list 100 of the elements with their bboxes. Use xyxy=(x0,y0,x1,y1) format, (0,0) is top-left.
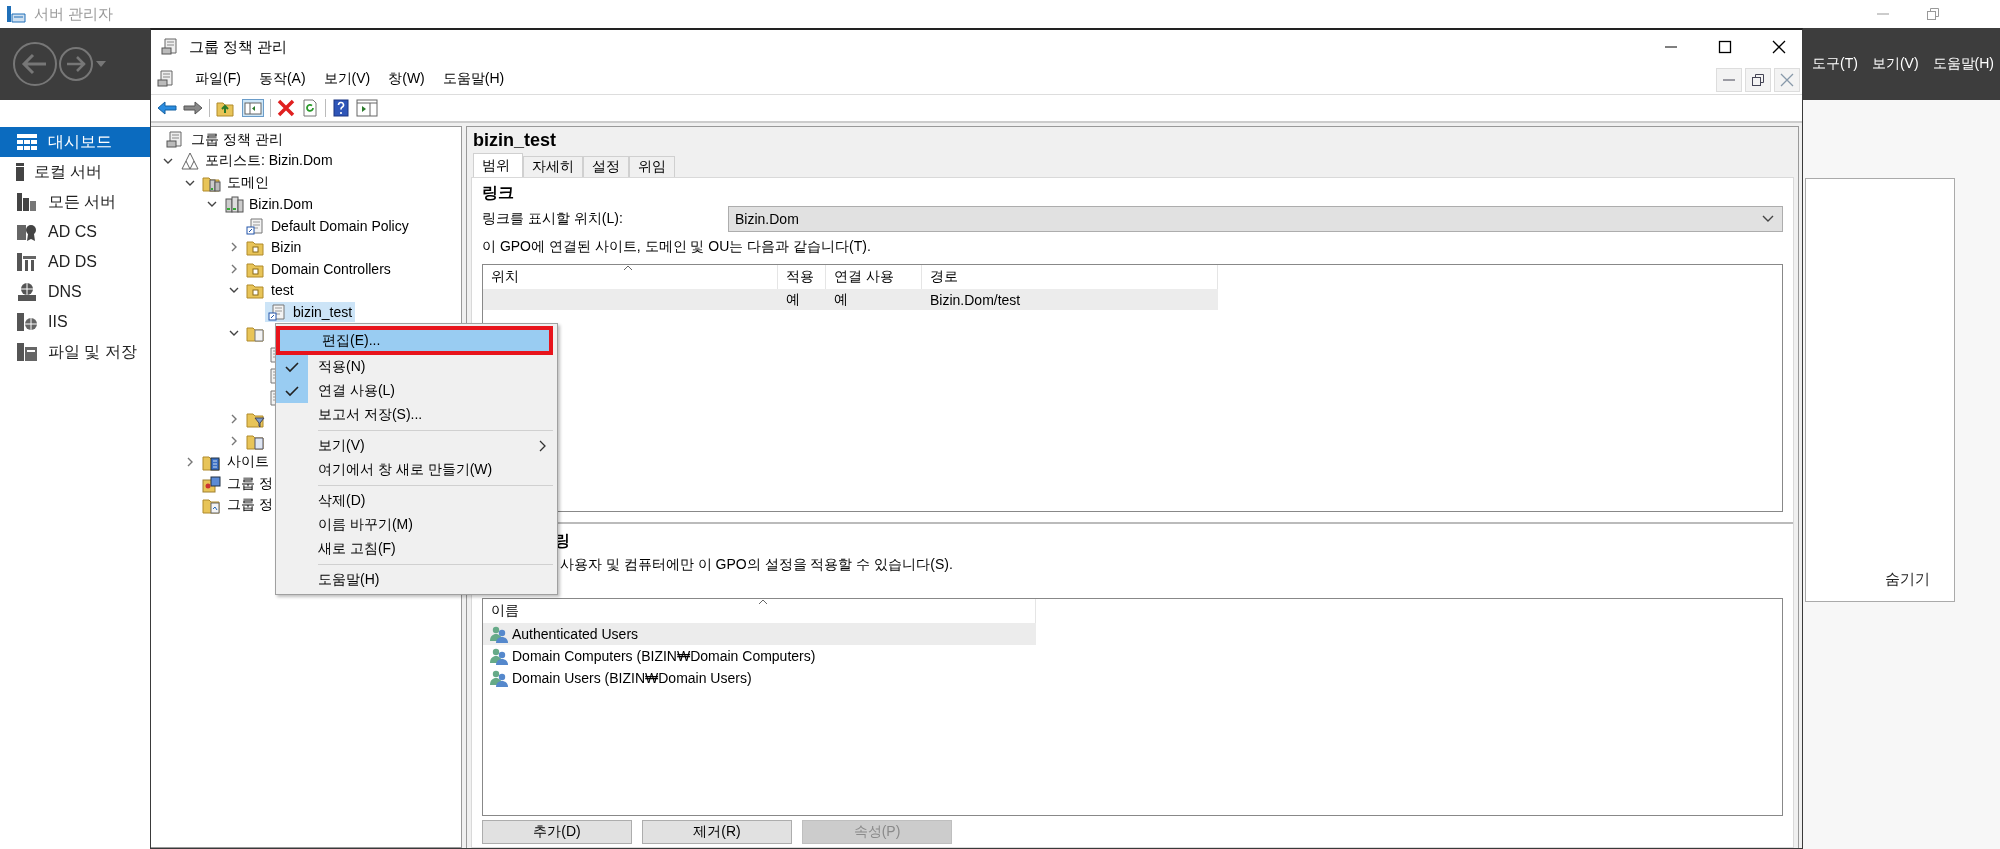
tab[interactable]: 설정 xyxy=(583,156,629,177)
menu-item[interactable]: 도움말(H) xyxy=(276,568,557,592)
dropdown-arrow-icon[interactable] xyxy=(94,59,108,69)
tree-item[interactable]: Default Domain Policy xyxy=(243,215,412,236)
folder-building-icon xyxy=(202,453,222,472)
refresh-icon[interactable] xyxy=(301,99,319,117)
detail-title: bizin_test xyxy=(473,129,556,151)
sidebar-item[interactable]: AD CS xyxy=(0,217,150,247)
tree-item[interactable]: Bizin xyxy=(243,237,305,258)
sidebar-item[interactable]: 로컬 서버 xyxy=(0,157,150,187)
menu-item[interactable]: 창(W) xyxy=(388,70,425,88)
location-dropdown[interactable]: Bizin.Dom xyxy=(728,206,1783,232)
menu-item[interactable]: 삭제(D) xyxy=(276,489,557,513)
description-text: 사용자 및 컴퓨터에만 이 GPO의 설정을 적용할 수 있습니다(S). xyxy=(560,556,953,574)
servers-icon xyxy=(16,192,38,212)
tree-item[interactable]: 도메인 xyxy=(199,172,272,193)
tab[interactable]: 위임 xyxy=(629,156,675,177)
servers-icon xyxy=(224,195,244,214)
close-icon[interactable] xyxy=(1772,40,1786,54)
column-header[interactable]: 연결 사용 xyxy=(834,268,894,286)
tree-item[interactable]: 그룹 정 xyxy=(199,473,276,494)
server-globe-icon xyxy=(16,312,38,332)
help-icon[interactable] xyxy=(332,99,350,117)
menu-item[interactable]: 도움말(H) xyxy=(442,70,505,88)
sidebar-item[interactable]: DNS xyxy=(0,277,150,307)
folder-scroll-icon xyxy=(246,324,266,343)
tab[interactable]: 범위 xyxy=(473,153,523,177)
menu-item[interactable]: 편집(E)... xyxy=(276,326,553,355)
users-icon xyxy=(489,669,509,687)
tree-item[interactable]: 포리스트: Bizin.Dom xyxy=(177,151,336,172)
menu-item[interactable]: 여기에서 창 새로 만들기(W) xyxy=(276,458,557,482)
menu-item[interactable]: 보고서 저장(S)... xyxy=(276,403,557,427)
field-label: 링크를 표시할 위치(L): xyxy=(482,210,624,228)
sidebar-item[interactable]: IIS xyxy=(0,307,150,337)
sidebar-item[interactable]: 파일 및 저장 xyxy=(0,337,150,367)
folder-up-icon[interactable] xyxy=(216,99,236,117)
section-heading: 링크 xyxy=(482,182,514,203)
users-icon xyxy=(489,625,509,643)
menu-item[interactable]: 새로 고침(F) xyxy=(276,537,557,561)
tree-item[interactable]: Domain Controllers xyxy=(243,258,394,279)
users-icon xyxy=(489,647,509,665)
list-row[interactable]: Domain Users (BIZIN₩Domain Users) xyxy=(483,667,1036,689)
column-header[interactable]: 이름 xyxy=(491,602,519,620)
menu-item[interactable]: 도움말(H) xyxy=(1932,51,1994,77)
file-server-icon xyxy=(16,342,38,362)
pane-icon[interactable] xyxy=(242,99,264,117)
list-row[interactable]: Domain Computers (BIZIN₩Domain Computers) xyxy=(483,645,1036,667)
sidebar-item[interactable]: 모든 서버 xyxy=(0,187,150,217)
menu-item[interactable]: 이름 바꾸기(M) xyxy=(276,513,557,537)
hide-link[interactable]: 숨기기 xyxy=(1885,570,1930,589)
table-cell: Bizin.Dom/test xyxy=(930,291,1021,308)
app-title: 서버 관리자 xyxy=(34,4,114,24)
menu-item[interactable]: 도구(T) xyxy=(1812,51,1858,77)
globe-server-icon xyxy=(16,282,38,302)
action-button[interactable]: 추가(D) xyxy=(482,820,632,844)
back-icon[interactable] xyxy=(12,41,58,87)
grid-icon xyxy=(16,133,38,151)
menu-item[interactable]: 연결 사용(L) xyxy=(276,379,557,403)
column-header[interactable]: 적용 xyxy=(786,268,814,286)
forward-icon[interactable] xyxy=(58,46,94,82)
menu-item[interactable]: 파일(F) xyxy=(195,70,241,88)
action-pane-icon[interactable] xyxy=(356,99,378,117)
menu-item[interactable]: 보기(V) xyxy=(276,434,557,458)
menu-item[interactable]: 보기(V) xyxy=(1871,51,1919,77)
menu-item[interactable]: 적용(N) xyxy=(276,355,557,379)
list-row[interactable]: Authenticated Users xyxy=(483,623,1036,645)
wizard-icon xyxy=(202,474,222,493)
menu-item[interactable]: 보기(V) xyxy=(323,70,371,88)
directory-server-icon xyxy=(16,252,38,272)
table-cell: 예 xyxy=(834,290,848,309)
forward-icon[interactable] xyxy=(183,100,203,116)
back-icon[interactable] xyxy=(157,100,177,116)
tree-item[interactable]: Bizin.Dom xyxy=(221,194,316,215)
tab[interactable]: 자세히 xyxy=(523,156,583,177)
table-cell: 예 xyxy=(786,290,800,309)
tree-item[interactable]: 사이트 xyxy=(199,452,272,473)
column-header[interactable]: 경로 xyxy=(930,268,958,286)
server-manager-icon xyxy=(6,5,26,23)
restore-icon[interactable] xyxy=(1745,68,1771,92)
tree-item[interactable]: 그룹 정 xyxy=(199,495,276,516)
maximize-icon[interactable] xyxy=(1718,40,1732,54)
scroll-icon xyxy=(268,302,288,321)
column-header[interactable]: 위치 xyxy=(491,268,519,286)
menu-item[interactable]: 동작(A) xyxy=(258,70,306,88)
folder-report-icon xyxy=(202,496,222,515)
window-title: 그룹 정책 관리 xyxy=(189,37,288,57)
delete-icon[interactable] xyxy=(277,99,295,117)
folder-icon xyxy=(246,238,266,257)
folder-icon xyxy=(246,281,266,300)
tree-item[interactable]: bizin_test xyxy=(265,301,356,322)
tree-item[interactable]: 그룹 정책 관리 xyxy=(163,129,286,150)
tree-item[interactable]: test xyxy=(243,280,297,301)
server-icon xyxy=(16,163,24,181)
folder-filter-icon xyxy=(246,410,266,429)
table-row[interactable]: 예 예 Bizin.Dom/test xyxy=(483,289,1218,310)
scroll-icon xyxy=(246,216,266,235)
action-button[interactable]: 제거(R) xyxy=(642,820,792,844)
sidebar-item[interactable]: 대시보드 xyxy=(0,127,150,157)
sidebar-item[interactable]: AD DS xyxy=(0,247,150,277)
certificate-server-icon xyxy=(16,222,38,242)
